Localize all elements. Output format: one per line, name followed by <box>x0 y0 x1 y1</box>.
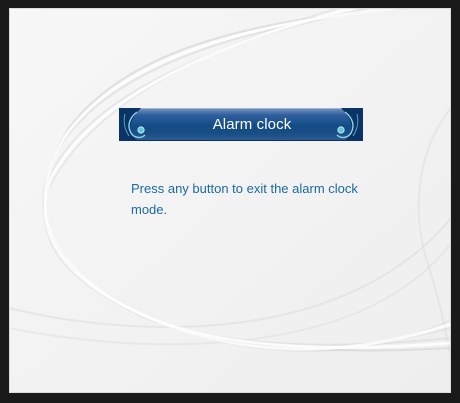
title-banner: Alarm clock <box>119 108 363 141</box>
device-screen: Alarm clock Press any button to exit the… <box>9 8 451 393</box>
device-frame: Alarm clock Press any button to exit the… <box>0 0 460 403</box>
dialog-title: Alarm clock <box>212 116 292 133</box>
dialog-message: Press any button to exit the alarm clock… <box>131 181 358 217</box>
